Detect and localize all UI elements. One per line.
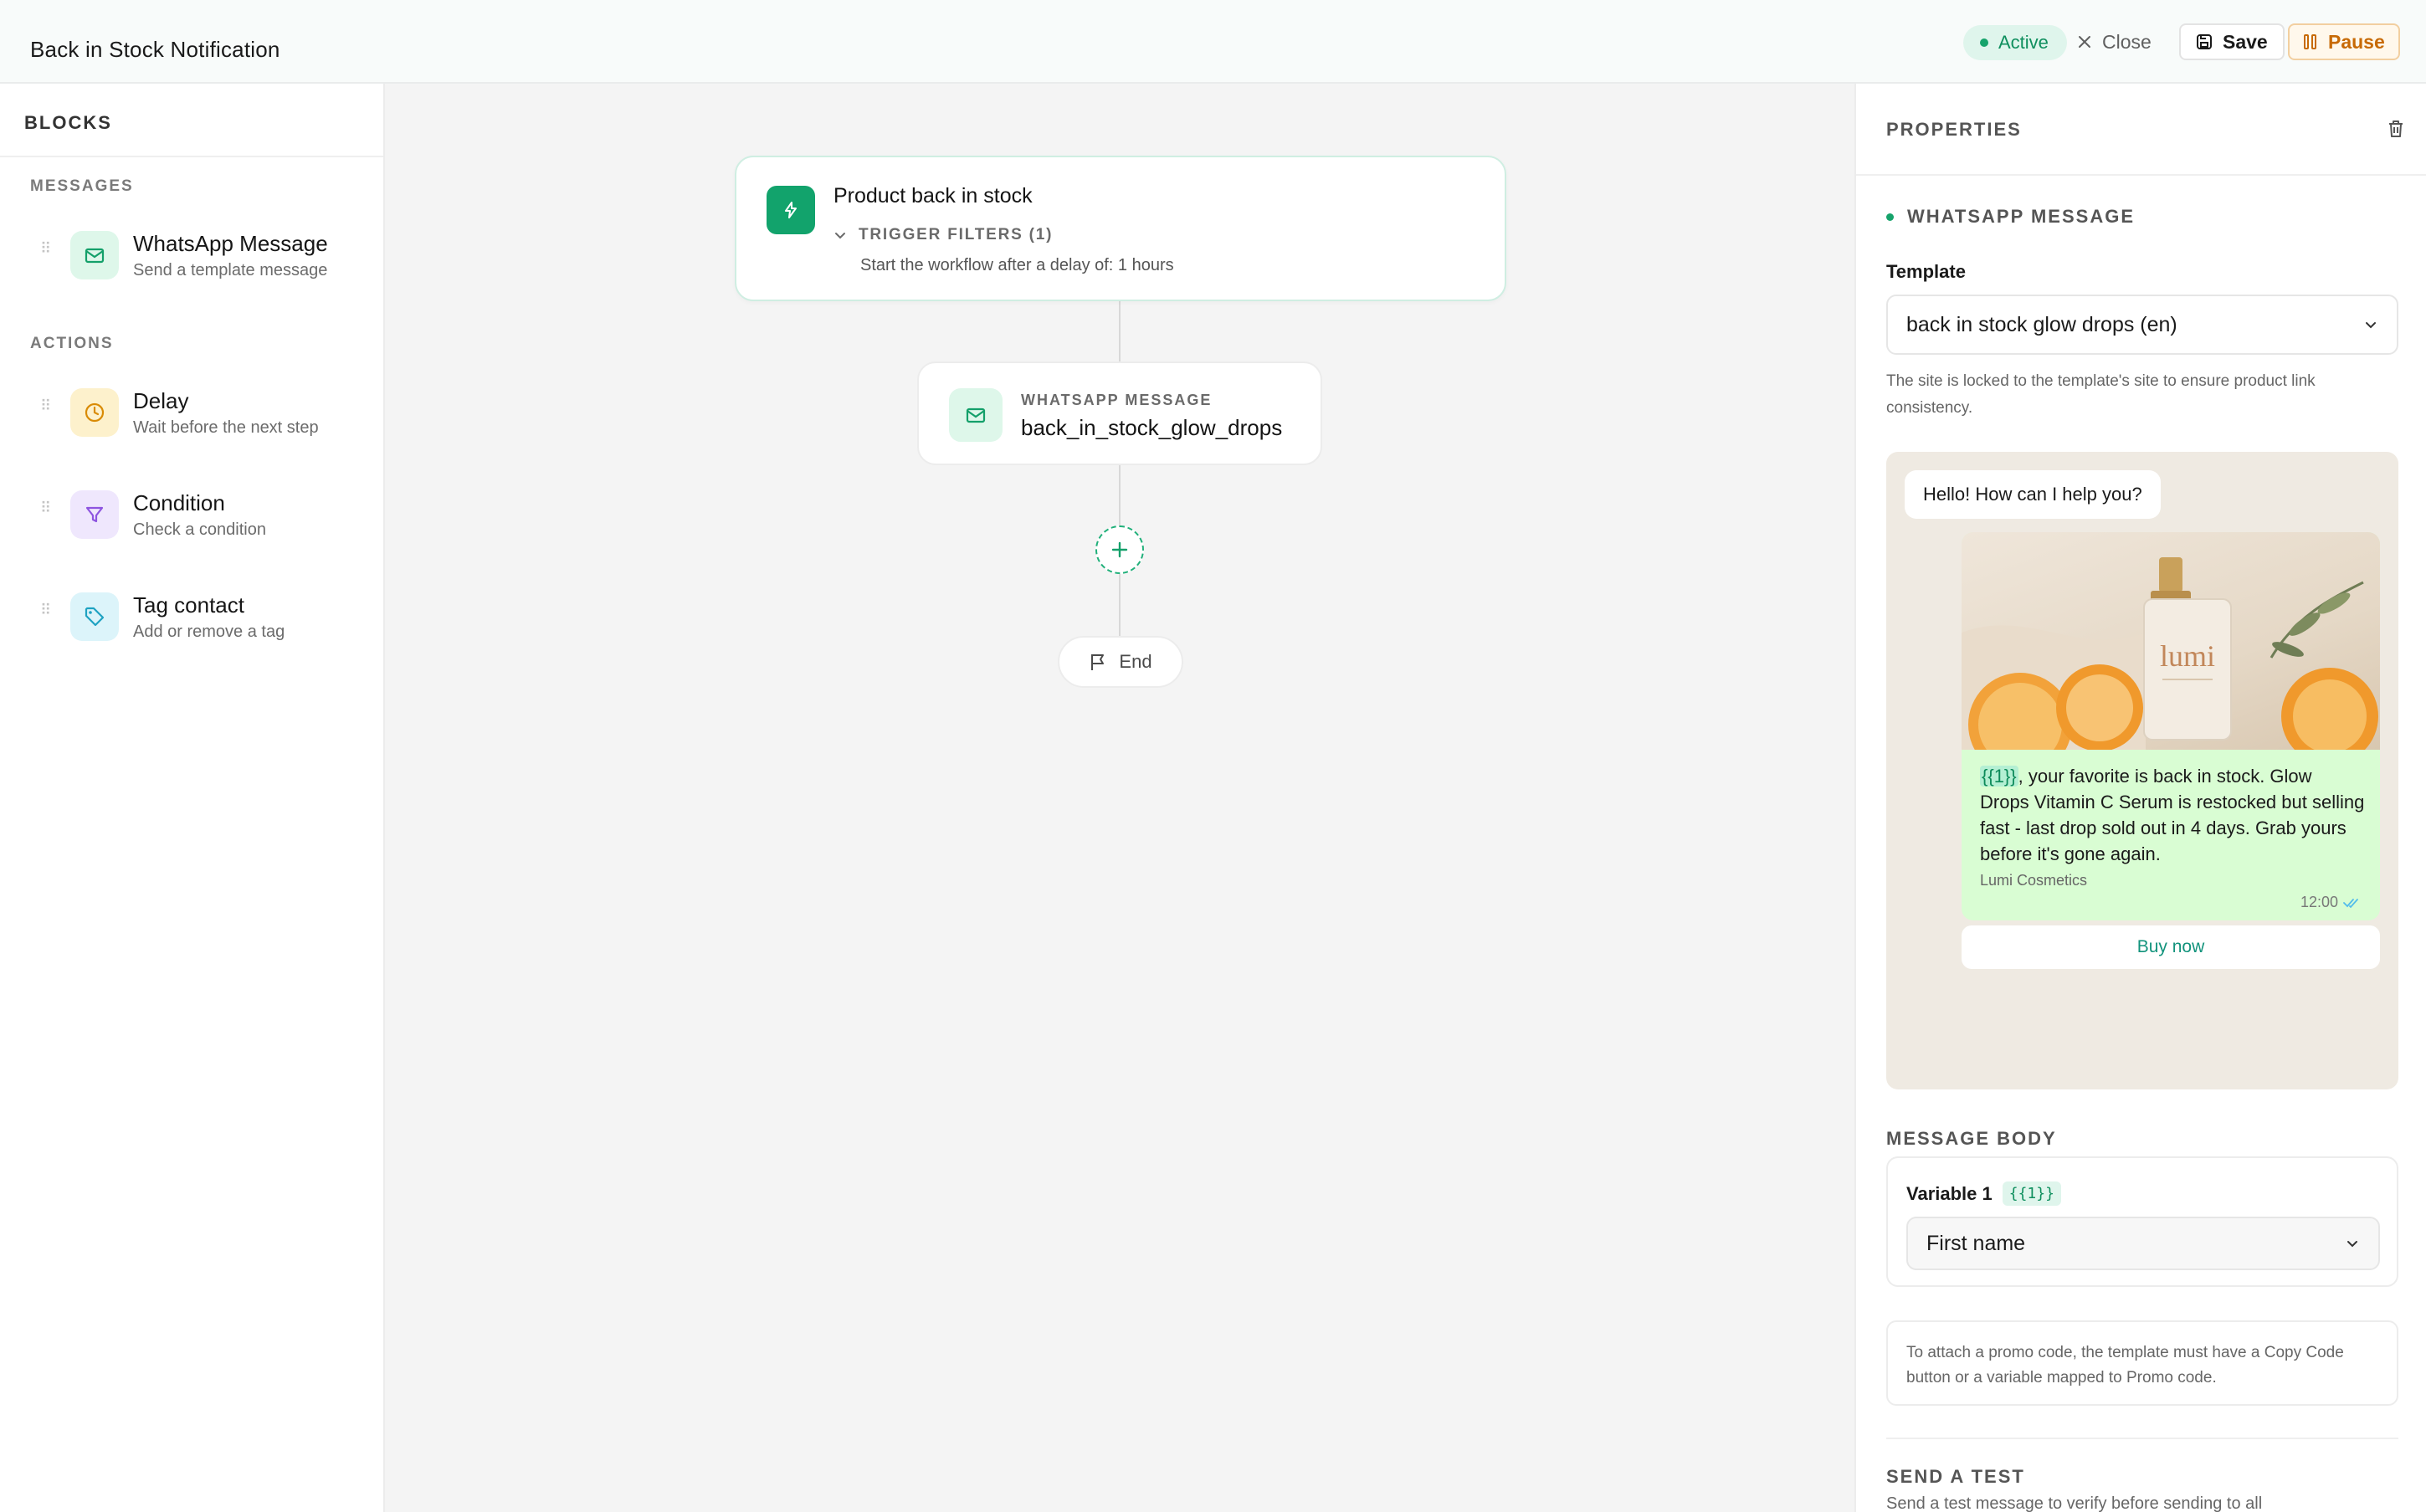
message-body-label: MESSAGE BODY (1886, 1128, 2057, 1149)
status-dot-icon (1886, 213, 1894, 221)
send-test-label: SEND A TEST (1886, 1466, 2025, 1487)
save-button[interactable]: Save (2179, 23, 2285, 60)
properties-panel: PROPERTIES WHATSAPP MESSAGE Template bac… (1854, 84, 2426, 1512)
variable-mapping: Variable 1 {{1}} First name (1886, 1156, 2398, 1287)
divider (1856, 174, 2426, 176)
message-time: 12:00 (2300, 894, 2362, 911)
template-hint: The site is locked to the template's sit… (1886, 372, 2316, 417)
block-name: WhatsApp Message (133, 231, 328, 256)
save-icon (2197, 34, 2212, 49)
workflow-canvas[interactable]: Product back in stock TRIGGER FILTERS (1… (385, 84, 1854, 1512)
variable-select[interactable]: First name (1906, 1217, 2380, 1270)
node-type-heading: WHATSAPP MESSAGE (1886, 206, 2135, 228)
tag-icon (70, 592, 119, 641)
trash-icon (2389, 120, 2403, 137)
message-text: , your favorite is back in stock. Glow D… (1980, 766, 2365, 864)
connector-line (1119, 574, 1121, 636)
variable-name: Variable 1 (1906, 1182, 1993, 1204)
chevron-down-icon (835, 233, 845, 239)
end-label: End (1119, 651, 1152, 672)
close-button[interactable]: Close (2077, 23, 2152, 60)
pause-label: Pause (2328, 30, 2385, 53)
template-label: Template (1886, 261, 1966, 282)
template-select[interactable]: back in stock glow drops (en) (1886, 295, 2398, 355)
whatsapp-message-node[interactable]: WHATSAPP MESSAGE back_in_stock_glow_drop… (917, 361, 1322, 465)
panel-title: PROPERTIES (1886, 119, 2022, 140)
product-brand-text: lumi (2160, 639, 2215, 673)
block-name: Tag contact (133, 592, 244, 618)
mail-icon (949, 388, 1003, 442)
top-bar: Back in Stock Notification Active Close … (0, 0, 2426, 84)
drag-handle-icon[interactable]: ⠿ (40, 602, 51, 624)
close-icon (2079, 36, 2090, 48)
divider (1886, 1438, 2398, 1439)
block-whatsapp-message[interactable]: ⠿ WhatsApp Message Send a template messa… (37, 226, 372, 284)
connector-line (1119, 465, 1121, 525)
pause-icon (2304, 34, 2316, 49)
drag-handle-icon[interactable]: ⠿ (40, 241, 51, 263)
promo-note: To attach a promo code, the template mus… (1886, 1320, 2398, 1406)
node-type-label: WHATSAPP MESSAGE (1021, 392, 1213, 408)
add-step-button[interactable] (1095, 525, 1144, 574)
pause-button[interactable]: Pause (2288, 23, 2400, 60)
whatsapp-preview: Hello! How can I help you? lumi {{1}}, y… (1886, 452, 2398, 1089)
block-condition[interactable]: ⠿ Condition Check a condition (37, 485, 372, 544)
variable-chip: {{1}} (2002, 1181, 2061, 1206)
trigger-filters-toggle[interactable]: TRIGGER FILTERS (1) (833, 226, 1053, 244)
block-name: Condition (133, 490, 225, 515)
mail-icon (70, 231, 119, 279)
product-image: lumi (1962, 532, 2380, 777)
node-type-label: WHATSAPP MESSAGE (1907, 206, 2135, 227)
plus-icon (1111, 541, 1128, 558)
block-tag-contact[interactable]: ⠿ Tag contact Add or remove a tag (37, 587, 372, 646)
chevron-down-icon (2347, 1241, 2357, 1248)
actions-section-label: ACTIONS (30, 335, 114, 352)
message-body: {{1}}, your favorite is back in stock. G… (1980, 763, 2365, 867)
flag-icon (1091, 654, 1105, 670)
delete-button[interactable] (2386, 119, 2406, 143)
filter-icon (70, 490, 119, 539)
variable-select-value: First name (1926, 1231, 2026, 1255)
outgoing-bubble: lumi {{1}}, your favorite is back in sto… (1962, 532, 2380, 920)
block-desc: Check a condition (133, 520, 266, 539)
double-check-icon (2343, 898, 2358, 908)
status-label: Active (1998, 32, 2049, 53)
variable-label: Variable 1 {{1}} (1906, 1181, 2061, 1206)
block-name: Delay (133, 388, 189, 413)
block-desc: Add or remove a tag (133, 623, 285, 641)
block-delay[interactable]: ⠿ Delay Wait before the next step (37, 383, 372, 442)
block-desc: Send a template message (133, 261, 328, 279)
close-label: Close (2102, 30, 2152, 53)
lightning-icon (767, 186, 815, 234)
connector-line (1119, 301, 1121, 361)
drag-handle-icon[interactable]: ⠿ (40, 500, 51, 522)
messages-section-label: MESSAGES (30, 177, 134, 195)
chevron-down-icon (2366, 322, 2376, 329)
trigger-title: Product back in stock (833, 184, 1033, 208)
end-node[interactable]: End (1058, 636, 1183, 688)
node-template-name: back_in_stock_glow_drops (1021, 415, 1283, 440)
template-select-value: back in stock glow drops (en) (1906, 312, 2177, 336)
sender-name: Lumi Cosmetics (1980, 872, 2088, 889)
buy-now-button[interactable]: Buy now (1962, 925, 2380, 969)
send-test-desc: Send a test message to verify before sen… (1886, 1494, 2263, 1512)
sidebar-title: BLOCKS (0, 84, 383, 157)
block-desc: Wait before the next step (133, 418, 319, 437)
save-label: Save (2223, 30, 2268, 53)
incoming-bubble: Hello! How can I help you? (1905, 470, 2161, 519)
trigger-node[interactable]: Product back in stock TRIGGER FILTERS (1… (735, 156, 1506, 301)
drag-handle-icon[interactable]: ⠿ (40, 398, 51, 420)
trigger-filter-text: Start the workflow after a delay of: 1 h… (860, 256, 1174, 274)
status-dot-icon (1980, 38, 1988, 47)
time-label: 12:00 (2300, 894, 2338, 910)
trigger-filters-label: TRIGGER FILTERS (1) (859, 226, 1054, 243)
status-badge: Active (1963, 25, 2067, 60)
workflow-title: Back in Stock Notification (30, 37, 280, 62)
variable-token: {{1}} (1980, 766, 2018, 787)
clock-icon (70, 388, 119, 437)
blocks-sidebar: BLOCKS MESSAGES ⠿ WhatsApp Message Send … (0, 84, 385, 1512)
